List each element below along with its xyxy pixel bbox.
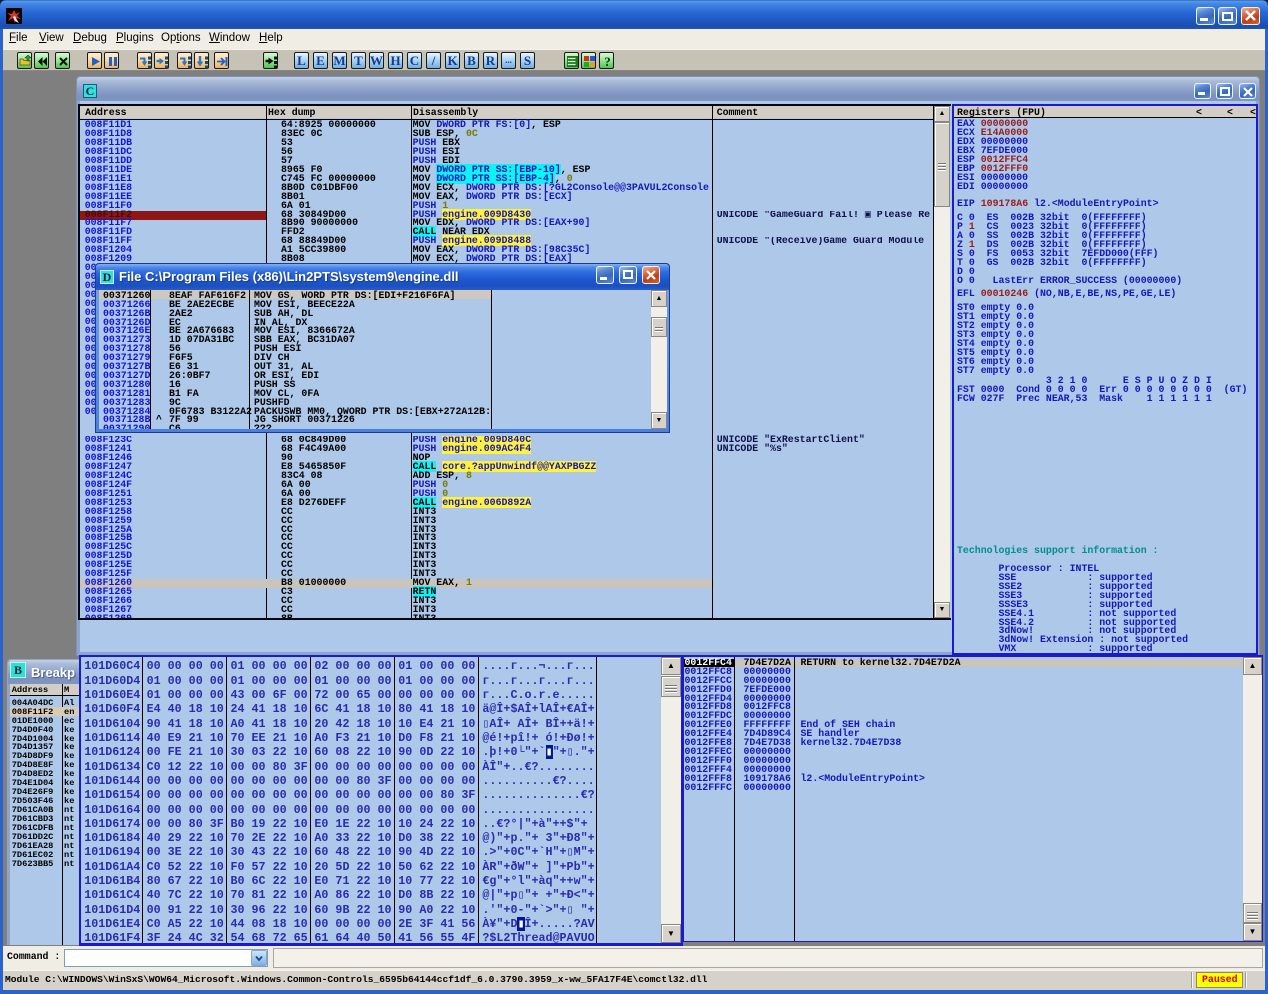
svg-text:?: ? [604, 54, 611, 69]
